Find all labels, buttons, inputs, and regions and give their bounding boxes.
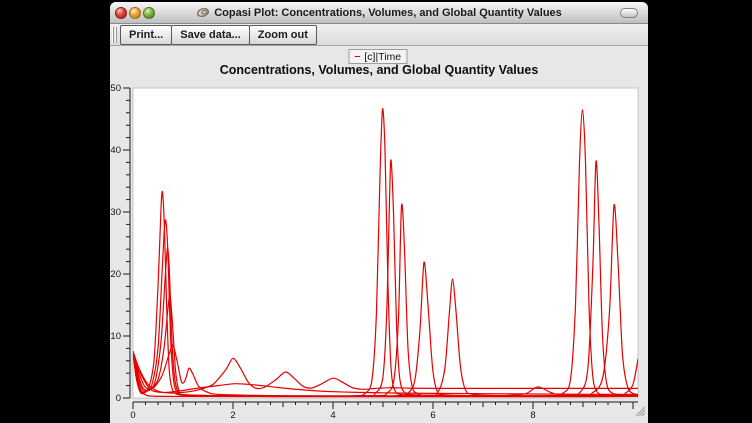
axis-tick-label: 0 <box>130 410 135 421</box>
save-data-button[interactable]: Save data... <box>171 25 250 45</box>
window-controls <box>115 7 155 19</box>
axis-tick-label: 4 <box>330 410 335 421</box>
axis-tick-label: 50 <box>110 83 121 94</box>
copasi-plot-window: Copasi Plot: Concentrations, Volumes, an… <box>110 2 648 423</box>
toolbar-toggle-lozenge-icon[interactable] <box>620 8 638 18</box>
screen-background: Copasi Plot: Concentrations, Volumes, an… <box>0 0 752 423</box>
toolbar: Print... Save data... Zoom out <box>110 24 648 46</box>
window-title: Copasi Plot: Concentrations, Volumes, an… <box>214 7 562 19</box>
axis-tick-label: 8 <box>530 410 535 421</box>
zoom-out-button[interactable]: Zoom out <box>249 25 317 45</box>
axis-tick-label: 30 <box>110 207 121 218</box>
resize-grip-icon[interactable] <box>633 404 646 417</box>
copasi-app-icon <box>196 6 210 19</box>
plot-area[interactable]: 0 10 20 30 40 50 0 2 4 6 8 <box>110 46 648 423</box>
axis-tick-label: 40 <box>110 145 121 156</box>
toolbar-drag-handle-icon[interactable] <box>112 27 117 43</box>
maximize-button[interactable] <box>143 7 155 19</box>
axis-tick-label: 2 <box>230 410 235 421</box>
axis-tick-label: 20 <box>110 269 121 280</box>
minimize-button[interactable] <box>129 7 141 19</box>
close-button[interactable] <box>115 7 127 19</box>
axis-tick-label: 0 <box>116 393 121 404</box>
axis-tick-label: 6 <box>430 410 435 421</box>
title-bar[interactable]: Copasi Plot: Concentrations, Volumes, an… <box>110 2 648 24</box>
plot-widget: – [c]|Time Concentrations, Volumes, and … <box>110 46 648 423</box>
axis-tick-label: 10 <box>110 331 121 342</box>
print-button[interactable]: Print... <box>120 25 172 45</box>
